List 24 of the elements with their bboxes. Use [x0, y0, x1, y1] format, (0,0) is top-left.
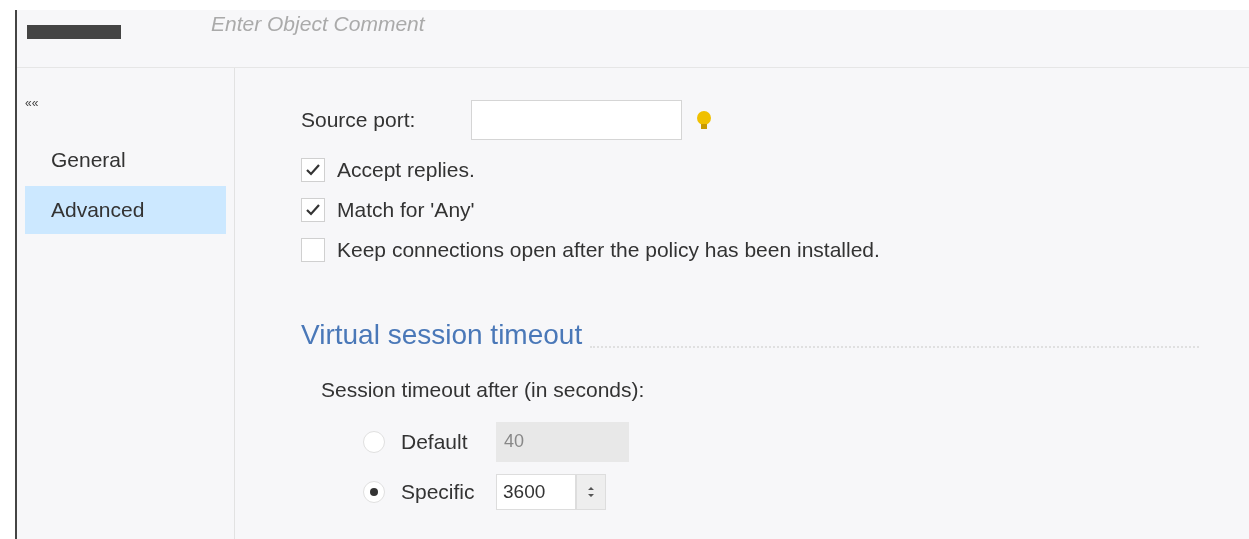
checkbox-label: Keep connections open after the policy has been installed. [337, 237, 880, 264]
source-port-label: Source port: [301, 107, 417, 134]
collapse-button[interactable]: «« [25, 97, 39, 109]
radio-label: Default [401, 428, 469, 455]
sidebar-item[interactable]: Advanced [25, 186, 226, 234]
timeout-label: Session timeout after (in seconds): [321, 378, 645, 401]
check-icon [306, 204, 320, 216]
spin-arrows-icon [587, 484, 595, 499]
radio-button[interactable] [363, 480, 385, 503]
radio-button[interactable] [363, 430, 385, 453]
section-title: Virtual session timeout [301, 318, 583, 352]
checkbox[interactable] [301, 198, 325, 222]
sidebar-item[interactable]: General [25, 136, 226, 184]
checkbox[interactable] [301, 158, 325, 182]
checkbox[interactable] [301, 238, 325, 262]
spin-button[interactable] [576, 473, 606, 510]
checkbox-label: Match for 'Any' [337, 197, 475, 224]
spinner-field[interactable]: 3600 [496, 473, 576, 510]
check-icon [306, 164, 320, 176]
comment-field[interactable]: Enter Object Comment [211, 10, 711, 38]
checkbox-label: Accept replies. [337, 157, 475, 184]
source-port-field[interactable] [471, 100, 682, 140]
radio-label: Specific [401, 478, 476, 505]
lightbulb-icon [696, 110, 712, 130]
